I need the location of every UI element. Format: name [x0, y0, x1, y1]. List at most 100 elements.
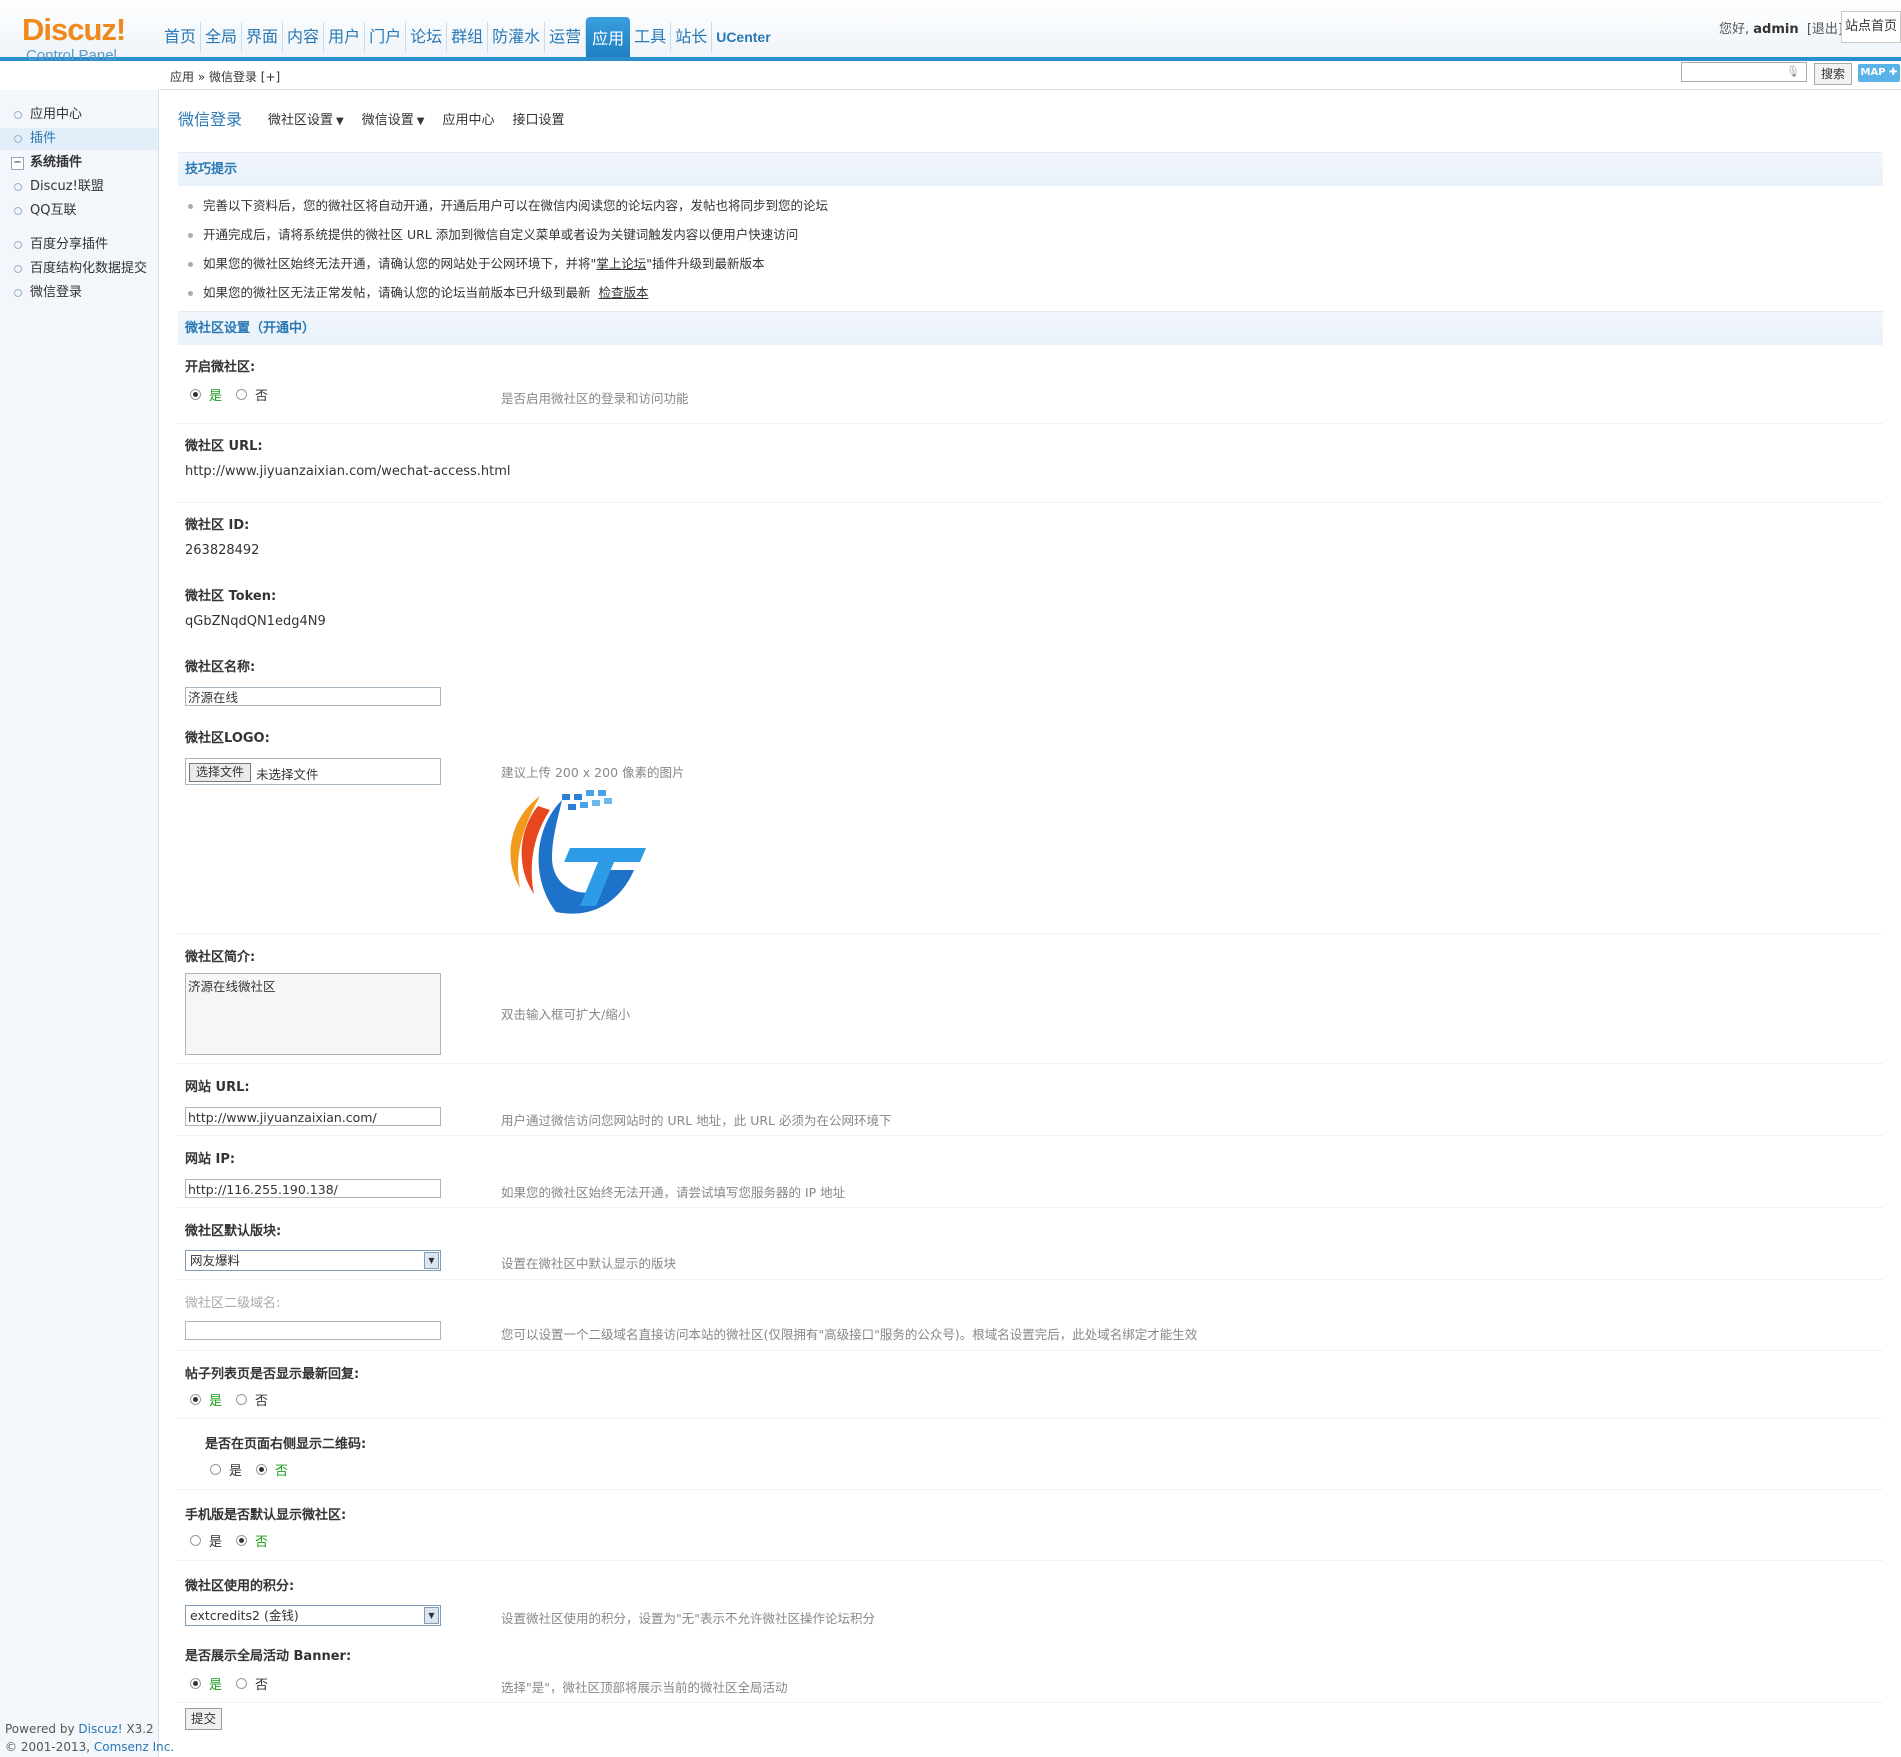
radio-no[interactable]	[256, 1464, 268, 1475]
intro-hint: 双击输入框可扩大/缩小	[501, 1007, 631, 1022]
discuz-logo[interactable]: Discuz! Control Panel	[22, 14, 126, 64]
community-logo-image	[510, 790, 646, 914]
choose-file-button[interactable]: 选择文件	[189, 763, 252, 782]
nav-home[interactable]: 首页	[160, 22, 202, 52]
tab-label: 微社区设置	[268, 112, 334, 128]
collapse-icon[interactable]: −	[11, 157, 24, 170]
sidebar-group-system-plugins[interactable]: − 系统插件	[0, 152, 158, 174]
tip-line: 如果您的微社区始终无法开通，请确认您的网站处于公网环境下，并将"掌上论坛"插件升…	[188, 253, 765, 272]
breadcrumb[interactable]: 应用 » 微信登录 [+]	[170, 68, 280, 85]
map-button[interactable]: MAP ✚	[1858, 64, 1900, 82]
radio-no[interactable]	[236, 1394, 248, 1405]
radio-label: 是	[209, 1535, 223, 1550]
nav-global[interactable]: 全局	[201, 22, 243, 52]
sidebar-item-qq-connect[interactable]: QQ互联	[0, 200, 158, 222]
radio-no[interactable]	[236, 1535, 248, 1546]
community-url-label: 微社区 URL:	[185, 439, 263, 454]
sidebar-item-plugins[interactable]: 插件	[0, 128, 158, 150]
community-url-value: http://www.jiyuanzaixian.com/wechat-acce…	[185, 464, 511, 479]
credit-select[interactable]: extcredits2 (金钱) ▼	[185, 1605, 441, 1626]
open-community-hint: 是否启用微社区的登录和访问功能	[501, 391, 689, 406]
site-ip-input[interactable]: http://116.255.190.138/	[185, 1179, 441, 1198]
default-block-hint: 设置在微社区中默认显示的版块	[501, 1256, 677, 1271]
select-value: extcredits2 (金钱)	[190, 1608, 299, 1623]
divider	[178, 1063, 1883, 1064]
nav-forum[interactable]: 论坛	[406, 22, 448, 52]
submit-button[interactable]: 提交	[185, 1708, 223, 1730]
tip-text: 完善以下资料后，您的微社区将自动开通，开通后用户可以在微信内阅读您的论坛内容，发…	[203, 198, 829, 213]
greeting-text: 您好,	[1718, 22, 1750, 37]
bullet-icon	[188, 262, 193, 267]
tab-app-center[interactable]: 应用中心	[442, 109, 494, 128]
radio-no[interactable]	[236, 1678, 248, 1689]
tab-label: 微信设置	[361, 112, 414, 128]
check-version-link[interactable]: 检查版本	[598, 285, 648, 300]
powered-brand-link[interactable]: Discuz!	[78, 1722, 122, 1736]
sidebar: 应用中心 插件 − 系统插件 Discuz!联盟 QQ互联 百度分享插件 百度结构…	[0, 90, 159, 1757]
subdomain-input[interactable]	[185, 1321, 441, 1340]
radio-label: 否	[255, 1394, 269, 1409]
sidebar-item-discuz-union[interactable]: Discuz!联盟	[0, 176, 158, 198]
nav-apps[interactable]: 应用	[586, 17, 631, 57]
tab-community-settings[interactable]: 微社区设置 ▼	[268, 109, 344, 128]
radio-no[interactable]	[236, 389, 248, 400]
sidebar-item-wechat-login[interactable]: 微信登录	[0, 282, 158, 304]
radio-yes[interactable]	[190, 1394, 201, 1405]
nav-antispam[interactable]: 防灌水	[488, 22, 546, 52]
nav-founder[interactable]: 站长	[671, 22, 713, 52]
tip-line: 开通完成后，请将系统提供的微社区 URL 添加到微信自定义菜单或者设为关键词触发…	[188, 224, 798, 243]
nav-tools[interactable]: 工具	[630, 22, 672, 52]
bullet-icon	[14, 111, 22, 119]
radio-yes[interactable]	[210, 1464, 221, 1475]
banner-hint: 选择"是"，微社区顶部将展示当前的微社区全局活动	[501, 1680, 788, 1695]
radio-yes[interactable]	[190, 389, 201, 400]
default-block-select[interactable]: 网友爆料 ▼	[185, 1250, 441, 1271]
site-home-button[interactable]: 站点首页	[1841, 11, 1901, 43]
logo-hint: 建议上传 200 x 200 像素的图片	[501, 765, 685, 780]
nav-group[interactable]: 群组	[447, 22, 489, 52]
radio-label: 否	[275, 1464, 289, 1479]
tip-text: "插件升级到最新版本	[646, 256, 765, 271]
community-id-value: 263828492	[185, 543, 260, 558]
nav-operation[interactable]: 运营	[545, 22, 587, 52]
mobile-forum-link[interactable]: 掌上论坛	[596, 256, 646, 271]
sidebar-item-app-center[interactable]: 应用中心	[0, 104, 158, 126]
search-input[interactable]: 🎙	[1681, 62, 1807, 82]
nav-ucenter[interactable]: UCenter	[712, 22, 774, 52]
sidebar-item-baidu-structured[interactable]: 百度结构化数据提交	[0, 258, 158, 280]
divider	[178, 1702, 1883, 1703]
divider	[178, 1418, 1883, 1419]
caret-down-icon: ▼	[336, 115, 344, 127]
logo-file-input[interactable]: 选择文件 未选择文件	[185, 758, 441, 785]
community-name-input[interactable]: 济源在线	[185, 687, 441, 706]
logout-link[interactable]: [退出]	[1807, 22, 1843, 37]
dropdown-arrow-icon[interactable]: ▼	[424, 1252, 439, 1269]
tip-text: 如果您的微社区始终无法开通，请确认您的网站处于公网环境下，并将"	[203, 256, 597, 271]
tab-api-settings[interactable]: 接口设置	[512, 109, 564, 128]
nav-content[interactable]: 内容	[283, 22, 325, 52]
plugin-tabs: 微信登录 微社区设置 ▼ 微信设置 ▼ 应用中心 接口设置	[178, 108, 582, 129]
radio-yes[interactable]	[190, 1535, 201, 1546]
credit-hint: 设置微社区使用的积分，设置为"无"表示不允许微社区操作论坛积分	[501, 1611, 876, 1626]
tab-wechat-settings[interactable]: 微信设置 ▼	[362, 109, 425, 128]
community-intro-label: 微社区简介:	[185, 950, 256, 965]
radio-yes[interactable]	[190, 1678, 201, 1689]
nav-style[interactable]: 界面	[242, 22, 284, 52]
company-link[interactable]: Comsenz Inc.	[94, 1740, 174, 1754]
qrcode-radios: 是 否	[210, 1460, 302, 1479]
microphone-icon[interactable]: 🎙	[1786, 65, 1800, 78]
nav-portal[interactable]: 门户	[365, 22, 407, 52]
nav-user[interactable]: 用户	[324, 22, 366, 52]
search-button[interactable]: 搜索	[1814, 63, 1852, 85]
site-url-input[interactable]: http://www.jiyuanzaixian.com/	[185, 1107, 441, 1126]
dropdown-arrow-icon[interactable]: ▼	[424, 1607, 439, 1624]
tip-line: 如果您的微社区无法正常发帖，请确认您的论坛当前版本已升级到最新 检查版本	[188, 282, 648, 301]
community-intro-textarea[interactable]: 济源在线微社区	[185, 973, 441, 1055]
username: admin	[1753, 22, 1799, 37]
sidebar-item-baidu-share[interactable]: 百度分享插件	[0, 234, 158, 256]
sidebar-item-label: 应用中心	[30, 107, 83, 122]
radio-label: 是	[209, 389, 223, 404]
bullet-icon	[188, 204, 193, 209]
divider	[178, 1560, 1883, 1561]
community-logo-label: 微社区LOGO:	[185, 731, 270, 746]
